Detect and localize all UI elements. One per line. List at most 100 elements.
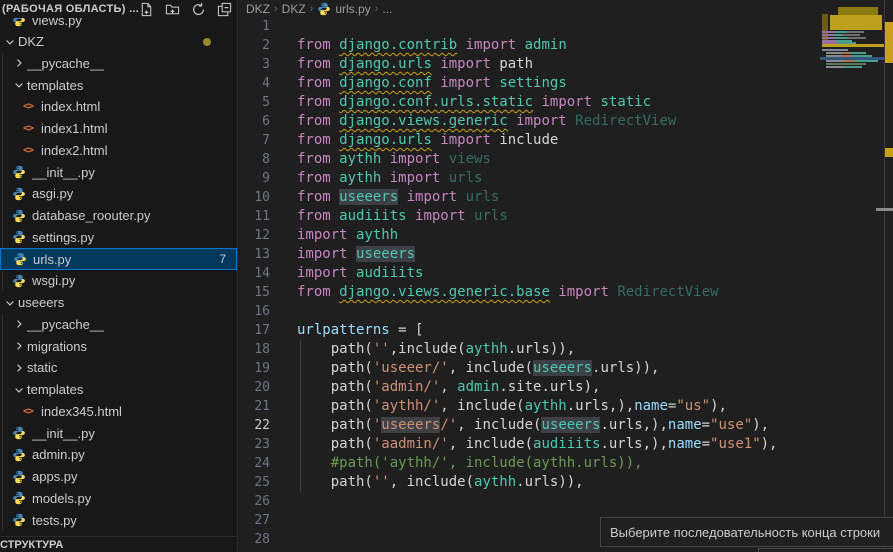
code-line-21[interactable]: 21 path('aythh/', include(aythh.urls,),n… <box>238 397 893 416</box>
line-number[interactable]: 4 <box>238 74 270 93</box>
code-line-6[interactable]: 6from django.views.generic import Redire… <box>238 112 893 131</box>
line-number[interactable]: 21 <box>238 397 270 416</box>
line-number[interactable]: 15 <box>238 283 270 302</box>
tree-item-wsgi-py[interactable]: wsgi.py <box>0 270 237 292</box>
code-line-20[interactable]: 20 path('admin/', admin.site.urls), <box>238 378 893 397</box>
breadcrumb-item[interactable]: urls.py <box>335 2 370 16</box>
breadcrumb-item[interactable]: DKZ <box>282 2 306 16</box>
line-number[interactable]: 26 <box>238 492 270 511</box>
minimap[interactable] <box>820 0 885 552</box>
code-line-2[interactable]: 2from django.contrib import admin <box>238 36 893 55</box>
tree-item-settings-py[interactable]: settings.py <box>0 226 237 248</box>
code-line-7[interactable]: 7from django.urls import include <box>238 131 893 150</box>
line-number[interactable]: 17 <box>238 321 270 340</box>
code-line-5[interactable]: 5from django.conf.urls.static import sta… <box>238 93 893 112</box>
line-number[interactable]: 22 <box>238 416 270 435</box>
tree-item-models-py[interactable]: models.py <box>0 487 237 509</box>
line-number[interactable]: 9 <box>238 169 270 188</box>
line-number[interactable]: 18 <box>238 340 270 359</box>
line-number[interactable]: 23 <box>238 435 270 454</box>
line-number[interactable]: 11 <box>238 207 270 226</box>
code-line-19[interactable]: 19 path('useeer/', include(useeers.urls)… <box>238 359 893 378</box>
tree-item-apps-py[interactable]: apps.py <box>0 466 237 488</box>
outline-section-header[interactable]: СТРУКТУРА <box>0 536 237 552</box>
tree-item-asgi-py[interactable]: asgi.py <box>0 183 237 205</box>
code-line-24[interactable]: 24 #path('aythh/', include(aythh.urls)), <box>238 454 893 473</box>
line-number[interactable]: 19 <box>238 359 270 378</box>
line-content <box>270 512 297 528</box>
breadcrumb-item[interactable]: DKZ <box>246 2 270 16</box>
line-number[interactable]: 5 <box>238 93 270 112</box>
tree-item-tests-py[interactable]: tests.py <box>0 509 237 531</box>
tree-item-label: templates <box>27 382 83 397</box>
code-line-26[interactable]: 26 <box>238 492 893 511</box>
new-file-icon[interactable] <box>139 2 154 17</box>
line-content: from django.conf.urls.static import stat… <box>270 94 651 110</box>
code-line-4[interactable]: 4from django.conf import settings <box>238 74 893 93</box>
code-line-22[interactable]: 22 path('useeers/', include(useeers.urls… <box>238 416 893 435</box>
tree-item-database-roouter-py[interactable]: database_roouter.py <box>0 205 237 227</box>
code-line-25[interactable]: 25 path('', include(aythh.urls)), <box>238 473 893 492</box>
tree-item-useeers[interactable]: useeers <box>0 292 237 314</box>
line-content: import aythh <box>270 227 398 243</box>
code-area[interactable]: 12from django.contrib import admin3from … <box>238 17 893 549</box>
tree-item-label: models.py <box>32 491 91 506</box>
code-line-3[interactable]: 3from django.urls import path <box>238 55 893 74</box>
tree-item-static[interactable]: static <box>0 357 237 379</box>
code-line-16[interactable]: 16 <box>238 302 893 321</box>
code-line-23[interactable]: 23 path('aadmin/', include(audiiits.urls… <box>238 435 893 454</box>
breadcrumb-separator-icon: › <box>375 3 379 15</box>
editor-pane[interactable]: DKZ›DKZ›urls.py›... 12from django.contri… <box>238 0 893 552</box>
line-number[interactable]: 28 <box>238 530 270 549</box>
line-number[interactable]: 2 <box>238 36 270 55</box>
tree-item-label: __pycache__ <box>27 56 104 71</box>
code-line-10[interactable]: 10from useeers import urls <box>238 188 893 207</box>
code-line-17[interactable]: 17urlpatterns = [ <box>238 321 893 340</box>
tree-item-index-html[interactable]: <>index.html <box>0 96 237 118</box>
code-line-14[interactable]: 14import audiiits <box>238 264 893 283</box>
line-number[interactable]: 12 <box>238 226 270 245</box>
tree-item-index1-html[interactable]: <>index1.html <box>0 118 237 140</box>
tree-item--init-py[interactable]: __init__.py <box>0 161 237 183</box>
line-number[interactable]: 14 <box>238 264 270 283</box>
line-number[interactable]: 25 <box>238 473 270 492</box>
line-number[interactable]: 10 <box>238 188 270 207</box>
code-line-8[interactable]: 8from aythh import views <box>238 150 893 169</box>
tree-item-templates[interactable]: templates <box>0 379 237 401</box>
line-content: from django.conf import settings <box>270 75 567 91</box>
tree-item--pycache-[interactable]: __pycache__ <box>0 52 237 74</box>
tree-item-urls-py[interactable]: urls.py7 <box>0 248 237 270</box>
tree-item-index345-html[interactable]: <>index345.html <box>0 400 237 422</box>
code-line-12[interactable]: 12import aythh <box>238 226 893 245</box>
refresh-icon[interactable] <box>191 2 206 17</box>
line-number[interactable]: 27 <box>238 511 270 530</box>
line-number[interactable]: 8 <box>238 150 270 169</box>
new-folder-icon[interactable] <box>165 2 180 17</box>
tree-item--init-py[interactable]: __init__.py <box>0 422 237 444</box>
tree-item-dkz[interactable]: DKZ <box>0 31 237 53</box>
code-line-1[interactable]: 1 <box>238 17 893 36</box>
breadcrumb[interactable]: DKZ›DKZ›urls.py›... <box>246 0 392 17</box>
code-line-9[interactable]: 9from aythh import urls <box>238 169 893 188</box>
code-line-13[interactable]: 13import useeers <box>238 245 893 264</box>
code-line-18[interactable]: 18 path('',include(aythh.urls)), <box>238 340 893 359</box>
line-number[interactable]: 24 <box>238 454 270 473</box>
code-line-15[interactable]: 15from django.views.generic.base import … <box>238 283 893 302</box>
tree-item-migrations[interactable]: migrations <box>0 335 237 357</box>
line-number[interactable]: 6 <box>238 112 270 131</box>
line-number[interactable]: 20 <box>238 378 270 397</box>
line-number[interactable]: 7 <box>238 131 270 150</box>
line-number[interactable]: 1 <box>238 17 270 36</box>
tree-item--pycache-[interactable]: __pycache__ <box>0 313 237 335</box>
tree-item-admin-py[interactable]: admin.py <box>0 444 237 466</box>
line-number[interactable]: 13 <box>238 245 270 264</box>
breadcrumb-item[interactable]: ... <box>382 2 392 16</box>
collapse-all-icon[interactable] <box>217 2 232 17</box>
explorer-section-header[interactable]: (РАБОЧАЯ ОБЛАСТЬ) ... <box>0 0 237 18</box>
python-file-icon <box>11 273 27 289</box>
line-number[interactable]: 3 <box>238 55 270 74</box>
tree-item-index2-html[interactable]: <>index2.html <box>0 139 237 161</box>
tree-item-templates[interactable]: templates <box>0 74 237 96</box>
code-line-11[interactable]: 11from audiiits import urls <box>238 207 893 226</box>
line-number[interactable]: 16 <box>238 302 270 321</box>
